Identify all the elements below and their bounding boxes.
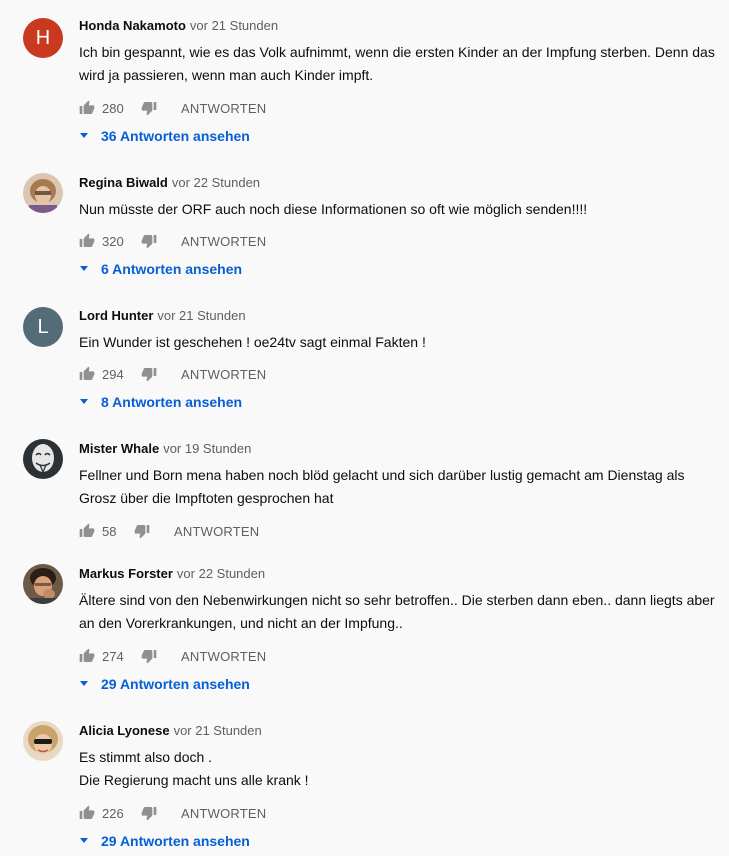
thumbs-up-icon[interactable]	[79, 523, 95, 539]
like-count: 274	[102, 648, 124, 664]
comment-line: Die Regierung macht uns alle krank !	[79, 772, 309, 788]
caret-down-icon	[80, 837, 88, 843]
author-avatar[interactable]	[23, 173, 63, 213]
comment-text: Ich bin gespannt, wie es das Volk aufnim…	[79, 41, 719, 87]
comment-line: Fellner und Born mena haben noch blöd ge…	[79, 467, 685, 483]
author-name[interactable]: Honda Nakamoto	[79, 18, 186, 33]
author-name[interactable]: Markus Forster	[79, 566, 173, 581]
like-count: 294	[102, 366, 124, 382]
author-avatar[interactable]: H	[23, 18, 63, 58]
comment-line: an den Vorerkrankungen, und nicht an der…	[79, 615, 403, 631]
photo-avatar-icon	[23, 721, 63, 761]
like-count: 58	[102, 523, 117, 539]
comment-time[interactable]: vor 21 Stunden	[174, 723, 262, 738]
comment-line: Ältere sind von den Nebenwirkungen nicht…	[79, 592, 715, 608]
view-replies-button[interactable]: 36 Antworten ansehen	[80, 127, 250, 145]
thumbs-up-icon[interactable]	[79, 366, 95, 382]
comment-actions: 280	[79, 98, 124, 118]
author-avatar[interactable]	[23, 439, 63, 479]
photo-avatar-icon	[23, 564, 63, 604]
thumbs-down-icon[interactable]	[141, 648, 157, 664]
caret-down-icon	[80, 680, 88, 686]
view-replies-button[interactable]: 6 Antworten ansehen	[80, 260, 242, 278]
comment-line: Ein Wunder ist geschehen ! oe24tv sagt e…	[79, 334, 426, 350]
comment-line: Nun müsste der ORF auch noch diese Infor…	[79, 201, 588, 217]
thumbs-up-icon[interactable]	[79, 233, 95, 249]
reply-button[interactable]: ANTWORTEN	[181, 101, 266, 116]
comment-line: Grosz über die Impftoten gesprochen hat	[79, 490, 334, 506]
reply-button[interactable]: ANTWORTEN	[181, 234, 266, 249]
comment-time[interactable]: vor 21 Stunden	[157, 308, 245, 323]
comment-time[interactable]: vor 21 Stunden	[190, 18, 278, 33]
thumbs-down-icon[interactable]	[141, 100, 157, 116]
comment-actions: 58	[79, 521, 116, 541]
comment-time[interactable]: vor 22 Stunden	[177, 566, 265, 581]
comment-line: wird ja passieren, wenn man auch Kinder …	[79, 67, 374, 83]
view-replies-button[interactable]: 8 Antworten ansehen	[80, 393, 242, 411]
author-avatar[interactable]: L	[23, 307, 63, 347]
reply-button[interactable]: ANTWORTEN	[181, 806, 266, 821]
thumbs-down-icon[interactable]	[141, 233, 157, 249]
photo-avatar-icon	[23, 173, 63, 213]
view-replies-label: 6 Antworten ansehen	[101, 261, 243, 277]
view-replies-label: 29 Antworten ansehen	[101, 833, 250, 849]
like-count: 280	[102, 100, 124, 116]
comment-header: Honda Nakamoto vor 21 Stunden	[79, 17, 278, 35]
comment-text: Fellner und Born mena haben noch blöd ge…	[79, 464, 719, 510]
view-replies-label: 36 Antworten ansehen	[101, 128, 250, 144]
thumbs-up-icon[interactable]	[79, 805, 95, 821]
author-name[interactable]: Regina Biwald	[79, 175, 168, 190]
thumbs-down-icon[interactable]	[134, 523, 150, 539]
view-replies-label: 29 Antworten ansehen	[101, 676, 250, 692]
comment-line: Es stimmt also doch .	[79, 749, 213, 765]
comment-time[interactable]: vor 22 Stunden	[172, 175, 260, 190]
comment-text: Ein Wunder ist geschehen ! oe24tv sagt e…	[79, 331, 719, 354]
caret-down-icon	[80, 398, 88, 404]
reply-button[interactable]: ANTWORTEN	[174, 524, 259, 539]
comment-text: Ältere sind von den Nebenwirkungen nicht…	[79, 589, 719, 635]
comment-actions: 226	[79, 803, 124, 823]
author-name[interactable]: Alicia Lyonese	[79, 723, 170, 738]
comment-header: Alicia Lyonese vor 21 Stunden	[79, 722, 262, 740]
thumbs-up-icon[interactable]	[79, 648, 95, 664]
avatar-letter: H	[35, 26, 51, 49]
comment-line: Ich bin gespannt, wie es das Volk aufnim…	[79, 44, 715, 60]
caret-down-icon	[80, 265, 88, 271]
author-avatar[interactable]	[23, 721, 63, 761]
comment-text: Es stimmt also doch . Die Regierung mach…	[79, 746, 719, 792]
comment-actions: 274	[79, 646, 124, 666]
view-replies-button[interactable]: 29 Antworten ansehen	[80, 675, 250, 693]
comment-header: Regina Biwald vor 22 Stunden	[79, 174, 260, 192]
author-name[interactable]: Mister Whale	[79, 441, 159, 456]
reply-button[interactable]: ANTWORTEN	[181, 649, 266, 664]
comment-actions: 320	[79, 231, 124, 251]
comment-actions: 294	[79, 364, 124, 384]
reply-button[interactable]: ANTWORTEN	[181, 367, 266, 382]
comment-header: Markus Forster vor 22 Stunden	[79, 565, 265, 583]
comment-time[interactable]: vor 19 Stunden	[163, 441, 251, 456]
comment-header: Lord Hunter vor 21 Stunden	[79, 307, 246, 325]
avatar-letter: L	[37, 315, 49, 338]
like-count: 226	[102, 805, 124, 821]
thumbs-up-icon[interactable]	[79, 100, 95, 116]
mask-avatar-icon	[23, 439, 63, 479]
caret-down-icon	[80, 132, 88, 138]
view-replies-label: 8 Antworten ansehen	[101, 394, 243, 410]
comment-header: Mister Whale vor 19 Stunden	[79, 440, 251, 458]
view-replies-button[interactable]: 29 Antworten ansehen	[80, 832, 250, 850]
thumbs-down-icon[interactable]	[141, 366, 157, 382]
author-name[interactable]: Lord Hunter	[79, 308, 153, 323]
thumbs-down-icon[interactable]	[141, 805, 157, 821]
author-avatar[interactable]	[23, 564, 63, 604]
like-count: 320	[102, 233, 124, 249]
comment-text: Nun müsste der ORF auch noch diese Infor…	[79, 198, 719, 221]
